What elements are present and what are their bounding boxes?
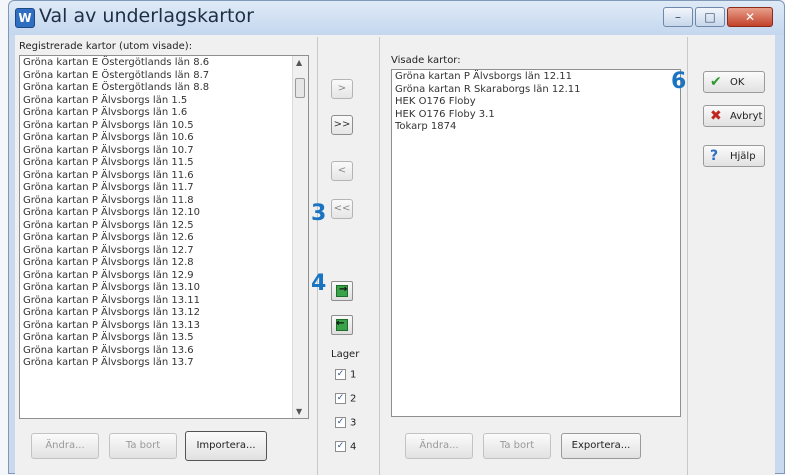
left-list-scrollbar[interactable]: ▲ ▼ [292,56,308,418]
list-item[interactable]: Tokarp 1874 [392,121,680,134]
layer-move-in-button[interactable]: → [331,281,353,301]
list-item[interactable]: Gröna kartan P Älvsborgs län 13.6 [20,345,308,358]
layer-3-checkbox[interactable]: ✓ [335,417,346,428]
import-button[interactable]: Importera... [185,431,267,461]
list-item[interactable]: Gröna kartan P Älvsborgs län 13.7 [20,357,308,370]
list-item[interactable]: Gröna kartan R Skaraborgs län 12.11 [392,84,680,97]
callout-6: 6 [671,69,687,94]
list-item[interactable]: Gröna kartan P Älvsborgs län 12.9 [20,270,308,283]
divider-middle [379,37,380,475]
list-item[interactable]: Gröna kartan P Älvsborgs län 13.10 [20,282,308,295]
layer-3-row[interactable]: ✓ 3 [335,417,356,429]
cancel-x-icon: ✖ [710,108,722,124]
scroll-up-icon[interactable]: ▲ [296,58,302,67]
list-item[interactable]: Gröna kartan E Östergötlands län 8.8 [20,82,308,95]
list-item[interactable]: Gröna kartan E Östergötlands län 8.7 [20,70,308,83]
checkmark-icon: ✔ [710,74,722,90]
layer-1-row[interactable]: ✓ 1 [335,369,356,381]
list-item[interactable]: Gröna kartan P Älvsborgs län 13.12 [20,307,308,320]
right-remove-button[interactable]: Ta bort [483,433,551,459]
ok-button[interactable]: ✔ OK [703,71,765,93]
list-item[interactable]: Gröna kartan P Älvsborgs län 13.11 [20,295,308,308]
callout-4: 4 [311,271,327,296]
move-one-left-button[interactable]: < [331,161,353,181]
close-button[interactable]: ✕ [727,7,773,27]
help-button[interactable]: ? Hjälp [703,145,765,167]
list-item[interactable]: Gröna kartan P Älvsborgs län 13.13 [20,320,308,333]
arrow-left-icon: ← [336,318,345,329]
list-item[interactable]: Gröna kartan P Älvsborgs län 10.6 [20,132,308,145]
list-item[interactable]: Gröna kartan P Älvsborgs län 13.5 [20,332,308,345]
move-all-right-button[interactable]: >> [331,115,353,135]
layer-4-row[interactable]: ✓ 4 [335,441,356,453]
layer-move-out-button[interactable]: ← [331,315,353,335]
layer-2-row[interactable]: ✓ 2 [335,393,356,405]
scroll-thumb[interactable] [295,78,305,98]
move-one-right-button[interactable]: > [331,79,353,99]
shown-maps-label: Visade kartor: [391,55,461,66]
window-title: Val av underlagskartor [39,5,254,27]
cancel-button[interactable]: ✖ Avbryt [703,105,765,127]
shown-maps-list[interactable]: Gröna kartan P Älvsborgs län 12.11 Gröna … [391,69,681,417]
move-all-left-button[interactable]: << [331,199,353,219]
callout-3: 3 [311,201,327,226]
registered-maps-list[interactable]: Gröna kartan E Östergötlands län 8.6 Grön… [19,55,309,419]
list-item[interactable]: Gröna kartan P Älvsborgs län 10.7 [20,145,308,158]
list-item[interactable]: Gröna kartan P Älvsborgs län 1.5 [20,95,308,108]
left-edit-button[interactable]: Ändra... [31,433,99,459]
right-edit-button[interactable]: Ändra... [405,433,473,459]
layer-1-checkbox[interactable]: ✓ [335,369,346,380]
minimize-button[interactable]: – [663,7,693,27]
list-item[interactable]: Gröna kartan P Älvsborgs län 11.6 [20,170,308,183]
list-item[interactable]: Gröna kartan P Älvsborgs län 12.8 [20,257,308,270]
title-bar[interactable]: W Val av underlagskartor – □ ✕ [9,1,784,35]
list-item[interactable]: HEK O176 Floby [392,96,680,109]
layer-2-checkbox[interactable]: ✓ [335,393,346,404]
dialog-window: W Val av underlagskartor – □ ✕ Registrer… [8,0,785,475]
list-item[interactable]: Gröna kartan P Älvsborgs län 12.5 [20,220,308,233]
list-item[interactable]: Gröna kartan P Älvsborgs län 12.6 [20,232,308,245]
maximize-button[interactable]: □ [695,7,725,27]
lager-label: Lager [331,349,360,360]
list-item[interactable]: Gröna kartan P Älvsborgs län 11.8 [20,195,308,208]
list-item[interactable]: Gröna kartan P Älvsborgs län 12.7 [20,245,308,258]
list-item[interactable]: Gröna kartan E Östergötlands län 8.6 [20,57,308,70]
arrow-right-icon: → [339,284,348,295]
list-item[interactable]: Gröna kartan P Älvsborgs län 1.6 [20,107,308,120]
divider-right [687,37,688,475]
divider-left [317,37,318,475]
registered-maps-label: Registrerade kartor (utom visade): [19,41,193,52]
app-icon: W [15,8,35,28]
left-remove-button[interactable]: Ta bort [109,433,177,459]
export-button[interactable]: Exportera... [561,433,641,459]
list-item[interactable]: HEK O176 Floby 3.1 [392,109,680,122]
list-item[interactable]: Gröna kartan P Älvsborgs län 10.5 [20,120,308,133]
list-item[interactable]: Gröna kartan P Älvsborgs län 12.11 [392,71,680,84]
list-item[interactable]: Gröna kartan P Älvsborgs län 11.7 [20,182,308,195]
dialog-content: Registrerade kartor (utom visade): Gröna… [15,35,775,475]
list-item[interactable]: Gröna kartan P Älvsborgs län 11.5 [20,157,308,170]
help-question-icon: ? [710,148,719,164]
layer-4-checkbox[interactable]: ✓ [335,441,346,452]
scroll-down-icon[interactable]: ▼ [296,407,302,416]
list-item[interactable]: Gröna kartan P Älvsborgs län 12.10 [20,207,308,220]
